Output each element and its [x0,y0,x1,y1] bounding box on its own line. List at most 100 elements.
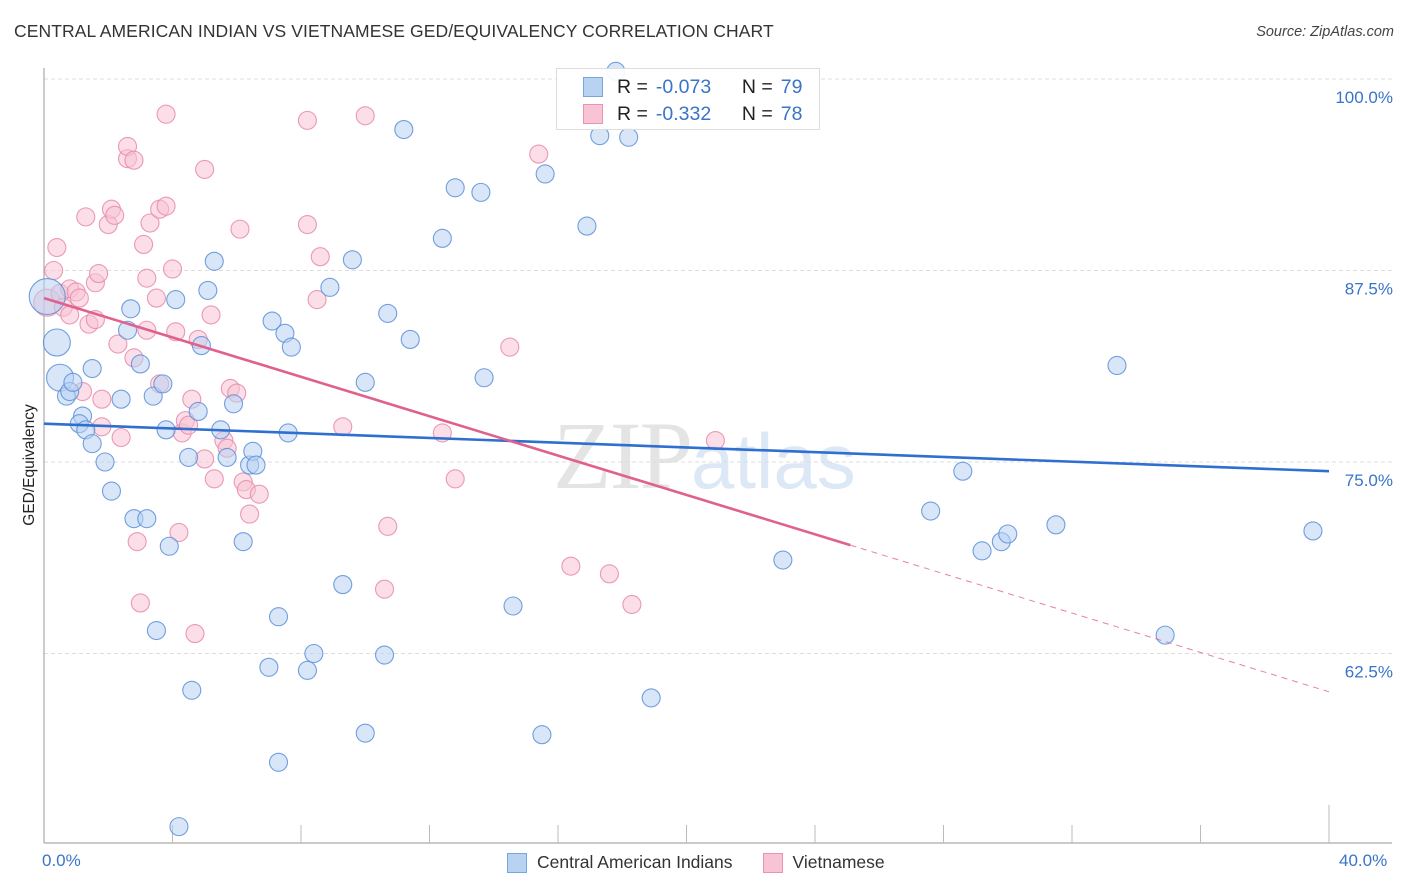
point-central-american-indians [166,290,186,310]
point-central-american-indians [217,447,237,467]
point-central-american-indians [1046,515,1066,535]
point-central-american-indians [535,164,555,184]
point-vietnamese [529,144,549,164]
trend-line-extension [850,544,1330,693]
n-label: N = [741,102,773,125]
point-vietnamese [111,427,131,448]
point-vietnamese [185,624,205,644]
point-vietnamese [134,234,154,255]
point-central-american-indians [198,280,218,300]
point-central-american-indians [121,299,141,319]
legend-row-central-american-indians: R = -0.073 N = 79 [583,74,802,100]
point-central-american-indians [532,725,552,745]
data-points [28,61,1323,837]
point-central-american-indians [400,329,420,349]
point-central-american-indians [474,368,494,388]
point-vietnamese [561,556,581,576]
legend-item-central-american-indians[interactable]: Central American Indians [507,852,733,873]
point-central-american-indians [137,509,157,529]
legend-label: Vietnamese [792,852,885,872]
point-central-american-indians [998,524,1018,544]
x-tick-label-min: 0.0% [42,851,81,870]
trend-line-central-american-indians [43,422,1330,473]
point-vietnamese [47,237,67,258]
pink-swatch-icon [762,852,783,873]
point-vietnamese [195,159,215,179]
point-vietnamese [204,469,224,489]
point-central-american-indians [333,575,353,595]
point-central-american-indians [320,277,340,297]
blue-swatch-icon [583,77,603,97]
point-central-american-indians [1107,355,1127,376]
point-central-american-indians [82,358,102,379]
point-vietnamese [156,104,176,124]
r-value: -0.073 [655,75,712,98]
point-central-american-indians [169,817,189,837]
r-label: R = [617,75,648,98]
point-central-american-indians [1155,625,1175,645]
point-central-american-indians [921,501,941,521]
point-vietnamese [374,579,395,599]
n-value: 78 [780,102,803,125]
blue-swatch-icon [507,852,527,873]
point-vietnamese [137,268,157,288]
point-vietnamese [297,110,317,130]
point-central-american-indians [374,645,395,665]
point-central-american-indians [101,481,122,501]
point-vietnamese [622,594,642,615]
point-vietnamese [156,196,176,216]
legend-label: Central American Indians [537,852,733,872]
point-vietnamese [378,516,398,536]
point-central-american-indians [95,452,115,472]
y-axis-label: GED/Equivalency [21,404,38,526]
point-central-american-indians [378,303,398,323]
point-central-american-indians [130,354,150,374]
legend-row-vietnamese: R = -0.332 N = 78 [583,101,802,127]
point-central-american-indians [268,752,289,772]
point-central-american-indians [156,420,176,440]
r-label: R = [617,102,648,125]
point-central-american-indians [82,434,102,454]
series-legend: Central American Indians Vietnamese [507,852,915,873]
point-central-american-indians [972,541,992,561]
point-central-american-indians [179,447,199,467]
point-central-american-indians [188,401,208,421]
point-vietnamese [69,288,89,308]
point-central-american-indians [159,536,179,556]
point-vietnamese [92,389,112,409]
point-vietnamese [162,259,183,279]
point-vietnamese [310,247,330,267]
point-central-american-indians [355,723,375,743]
point-central-american-indians [953,461,973,481]
point-vietnamese [195,449,215,469]
gridlines [44,78,1392,654]
point-central-american-indians [342,250,362,270]
y-tick-labels: 100.0% 87.5% 75.0% 62.5% [1335,88,1393,682]
point-vietnamese [146,288,166,308]
legend-item-vietnamese[interactable]: Vietnamese [762,852,885,873]
x-tick-label-max: 40.0% [1339,851,1388,870]
point-vietnamese [230,219,250,239]
point-central-american-indians [432,228,452,248]
r-value: -0.332 [655,102,712,125]
point-vietnamese [201,305,221,325]
point-vietnamese [599,564,619,584]
y-tick-label: 100.0% [1335,88,1393,107]
point-vietnamese [105,205,125,225]
pink-swatch-icon [583,104,603,124]
point-central-american-indians [42,328,71,357]
point-central-american-indians [445,178,465,198]
point-central-american-indians [111,389,131,409]
point-central-american-indians [28,277,66,316]
y-tick-label: 75.0% [1345,471,1393,490]
point-central-american-indians [268,607,289,627]
point-central-american-indians [204,251,224,271]
point-central-american-indians [246,455,266,475]
point-central-american-indians [355,372,375,392]
point-vietnamese [240,504,260,524]
point-central-american-indians [281,337,301,357]
point-vietnamese [355,106,375,126]
point-central-american-indians [641,688,661,708]
point-central-american-indians [773,550,793,570]
point-central-american-indians [1303,521,1323,541]
